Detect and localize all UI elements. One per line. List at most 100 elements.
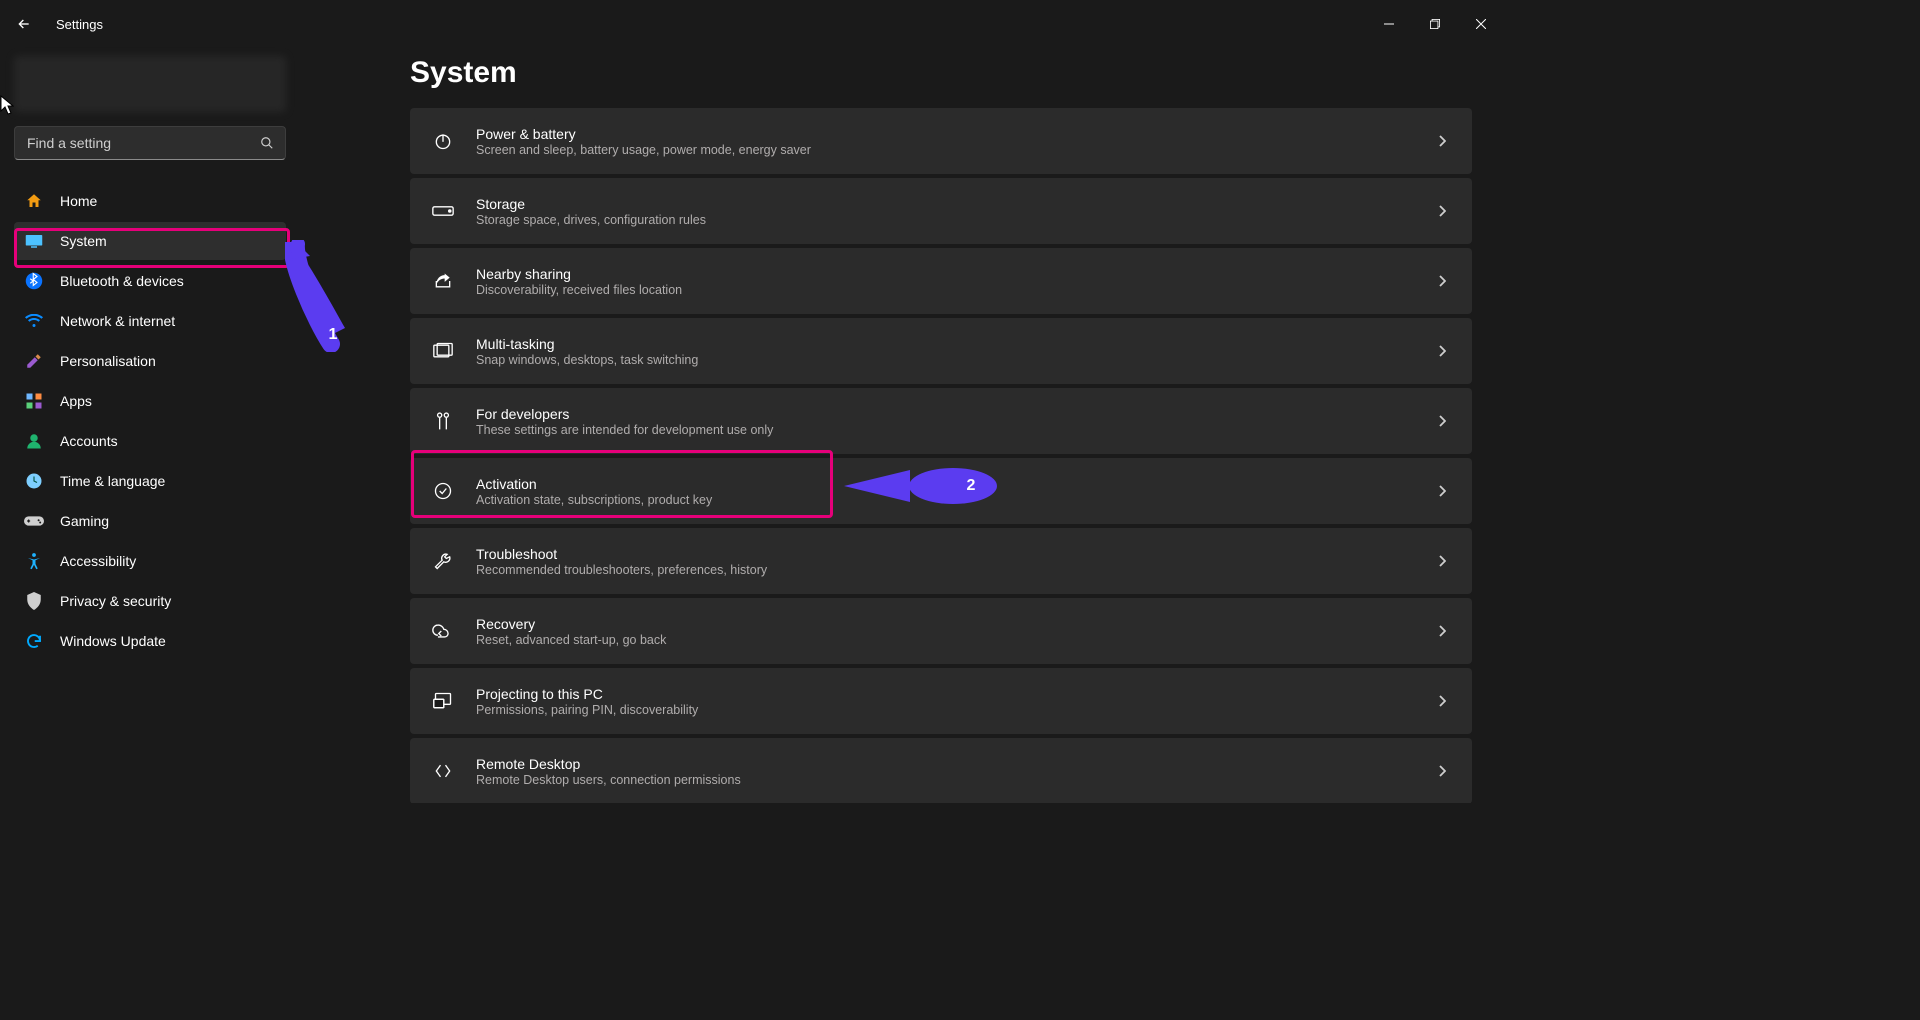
setting-text: Storage Storage space, drives, configura…: [476, 196, 1434, 227]
close-button[interactable]: [1458, 8, 1504, 40]
storage-icon: [432, 200, 454, 222]
nav-item-apps[interactable]: Apps: [14, 382, 286, 420]
setting-title: Projecting to this PC: [476, 686, 1434, 702]
setting-subtitle: Storage space, drives, configuration rul…: [476, 213, 1434, 227]
sidebar: Home System Bluetooth & devices Network …: [0, 48, 300, 803]
maximize-button[interactable]: [1412, 8, 1458, 40]
setting-subtitle: Activation state, subscriptions, product…: [476, 493, 1434, 507]
setting-item-power-battery[interactable]: Power & battery Screen and sleep, batter…: [410, 108, 1472, 174]
setting-text: Nearby sharing Discoverability, received…: [476, 266, 1434, 297]
window-controls: [1366, 8, 1504, 40]
setting-subtitle: Permissions, pairing PIN, discoverabilit…: [476, 703, 1434, 717]
setting-title: Activation: [476, 476, 1434, 492]
setting-title: Power & battery: [476, 126, 1434, 142]
setting-title: Recovery: [476, 616, 1434, 632]
gaming-icon: [24, 511, 44, 531]
setting-item-for-developers[interactable]: For developers These settings are intend…: [410, 388, 1472, 454]
nav-item-system[interactable]: System: [14, 222, 286, 260]
privacy-icon: [24, 591, 44, 611]
setting-text: Activation Activation state, subscriptio…: [476, 476, 1434, 507]
chevron-right-icon: [1434, 413, 1450, 429]
developer-icon: [432, 410, 454, 432]
setting-item-troubleshoot[interactable]: Troubleshoot Recommended troubleshooters…: [410, 528, 1472, 594]
nav-item-windows-update[interactable]: Windows Update: [14, 622, 286, 660]
search-container: [14, 126, 286, 160]
nav: Home System Bluetooth & devices Network …: [14, 182, 286, 660]
back-button[interactable]: [8, 8, 40, 40]
nav-item-bluetooth-devices[interactable]: Bluetooth & devices: [14, 262, 286, 300]
maximize-icon: [1430, 19, 1440, 29]
nav-item-time-language[interactable]: Time & language: [14, 462, 286, 500]
setting-title: Multi-tasking: [476, 336, 1434, 352]
remote-desktop-icon: [432, 760, 454, 782]
accounts-icon: [24, 431, 44, 451]
nav-item-home[interactable]: Home: [14, 182, 286, 220]
nav-item-accounts[interactable]: Accounts: [14, 422, 286, 460]
system-icon: [24, 231, 44, 251]
setting-title: For developers: [476, 406, 1434, 422]
setting-item-projecting-to-this-pc[interactable]: Projecting to this PC Permissions, pairi…: [410, 668, 1472, 734]
setting-subtitle: Discoverability, received files location: [476, 283, 1434, 297]
content: System Power & battery Screen and sleep,…: [300, 48, 1512, 803]
setting-text: Projecting to this PC Permissions, pairi…: [476, 686, 1434, 717]
home-icon: [24, 191, 44, 211]
setting-title: Storage: [476, 196, 1434, 212]
setting-text: Troubleshoot Recommended troubleshooters…: [476, 546, 1434, 577]
nav-item-personalisation[interactable]: Personalisation: [14, 342, 286, 380]
personalisation-icon: [24, 351, 44, 371]
nav-item-label: Accounts: [60, 433, 118, 449]
projecting-icon: [432, 690, 454, 712]
chevron-right-icon: [1434, 623, 1450, 639]
setting-subtitle: Snap windows, desktops, task switching: [476, 353, 1434, 367]
nav-item-privacy-security[interactable]: Privacy & security: [14, 582, 286, 620]
setting-item-nearby-sharing[interactable]: Nearby sharing Discoverability, received…: [410, 248, 1472, 314]
nav-item-label: Home: [60, 193, 97, 209]
setting-subtitle: Screen and sleep, battery usage, power m…: [476, 143, 1434, 157]
minimize-button[interactable]: [1366, 8, 1412, 40]
setting-item-activation[interactable]: Activation Activation state, subscriptio…: [410, 458, 1472, 524]
setting-item-remote-desktop[interactable]: Remote Desktop Remote Desktop users, con…: [410, 738, 1472, 803]
nav-item-label: Gaming: [60, 513, 109, 529]
setting-text: Recovery Reset, advanced start-up, go ba…: [476, 616, 1434, 647]
setting-title: Nearby sharing: [476, 266, 1434, 282]
arrow-left-icon: [16, 16, 32, 32]
setting-item-multi-tasking[interactable]: Multi-tasking Snap windows, desktops, ta…: [410, 318, 1472, 384]
setting-text: Power & battery Screen and sleep, batter…: [476, 126, 1434, 157]
activation-icon: [432, 480, 454, 502]
chevron-right-icon: [1434, 133, 1450, 149]
annotation-number-2: 2: [958, 473, 984, 499]
apps-icon: [24, 391, 44, 411]
close-icon: [1476, 19, 1486, 29]
search-input[interactable]: [14, 126, 286, 160]
setting-subtitle: Remote Desktop users, connection permiss…: [476, 773, 1434, 787]
setting-text: Remote Desktop Remote Desktop users, con…: [476, 756, 1434, 787]
nav-item-label: Privacy & security: [60, 593, 171, 609]
setting-text: For developers These settings are intend…: [476, 406, 1434, 437]
setting-item-recovery[interactable]: Recovery Reset, advanced start-up, go ba…: [410, 598, 1472, 664]
nav-item-gaming[interactable]: Gaming: [14, 502, 286, 540]
chevron-right-icon: [1434, 553, 1450, 569]
setting-title: Troubleshoot: [476, 546, 1434, 562]
setting-text: Multi-tasking Snap windows, desktops, ta…: [476, 336, 1434, 367]
chevron-right-icon: [1434, 273, 1450, 289]
chevron-right-icon: [1434, 483, 1450, 499]
nav-item-label: Network & internet: [60, 313, 175, 329]
update-icon: [24, 631, 44, 651]
nav-item-label: System: [60, 233, 107, 249]
nav-item-network-internet[interactable]: Network & internet: [14, 302, 286, 340]
nav-item-label: Accessibility: [60, 553, 136, 569]
chevron-right-icon: [1434, 203, 1450, 219]
accessibility-icon: [24, 551, 44, 571]
chevron-right-icon: [1434, 343, 1450, 359]
minimize-icon: [1384, 19, 1394, 29]
nav-item-label: Bluetooth & devices: [60, 273, 184, 289]
title-bar-label: Settings: [56, 17, 103, 32]
multitask-icon: [432, 340, 454, 362]
setting-item-storage[interactable]: Storage Storage space, drives, configura…: [410, 178, 1472, 244]
network-icon: [24, 311, 44, 331]
bluetooth-icon: [24, 271, 44, 291]
account-profile[interactable]: [14, 56, 286, 112]
time-language-icon: [24, 471, 44, 491]
chevron-right-icon: [1434, 693, 1450, 709]
nav-item-accessibility[interactable]: Accessibility: [14, 542, 286, 580]
